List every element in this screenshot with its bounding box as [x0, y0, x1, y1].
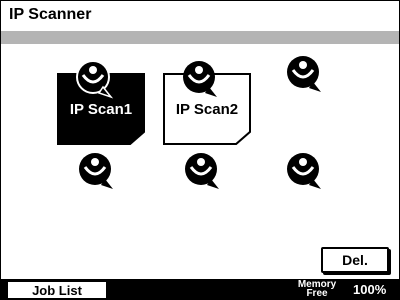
empty-scan-slot-5[interactable] — [181, 151, 227, 195]
free-label-text: Free — [306, 288, 328, 299]
memory-free-label: Memory Free — [287, 280, 347, 299]
page-fold-icon — [235, 131, 251, 145]
title-separator — [1, 31, 399, 44]
page-fold-icon — [129, 131, 145, 145]
job-list-tab[interactable]: Job List — [7, 281, 107, 299]
scanner-icon — [287, 56, 321, 92]
title-bar: IP Scanner — [1, 1, 399, 31]
scan-destination-label-1: IP Scan1 — [69, 100, 133, 118]
delete-button[interactable]: Del. — [321, 247, 389, 273]
empty-scan-slot-6[interactable] — [283, 151, 329, 195]
scanner-icon — [79, 153, 113, 189]
scan-destination-button-1[interactable]: IP Scan1 — [57, 60, 145, 145]
scan-destination-button-2[interactable]: IP Scan2 — [163, 61, 251, 145]
scanner-icon — [287, 153, 321, 189]
scanner-icon — [185, 153, 219, 189]
empty-scan-slot-4[interactable] — [75, 151, 121, 195]
ip-scanner-screen: IP Scanner IP Scan1 IP Scan2 Del. Job Li… — [0, 0, 400, 300]
scanner-icon — [73, 59, 115, 103]
memory-free-value: 100% — [353, 282, 387, 297]
scan-destination-label-2: IP Scan2 — [175, 100, 239, 118]
page-title: IP Scanner — [9, 6, 92, 23]
scanner-icon — [179, 59, 221, 103]
empty-scan-slot-3[interactable] — [283, 54, 329, 98]
